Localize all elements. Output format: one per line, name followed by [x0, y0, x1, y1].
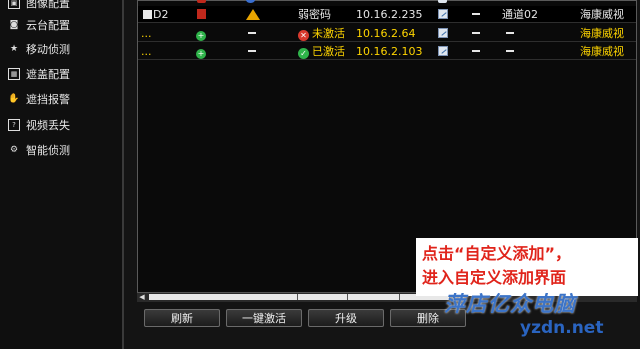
- inactive-icon: ✕: [298, 30, 309, 41]
- table-row[interactable]: D2 弱密码 10.16.2.235 通道02 海康威视: [138, 6, 636, 23]
- sidebar-item-label: 云台配置: [26, 19, 70, 32]
- ptz-icon: ◙: [9, 20, 19, 30]
- row-ip: 10.16.2.235: [356, 8, 423, 21]
- sidebar-item-label: 视频丢失: [26, 119, 70, 132]
- annotation-line: 进入自定义添加界面: [422, 268, 567, 287]
- motion-icon: ★: [9, 44, 19, 54]
- sidebar-item-ptz-config[interactable]: ◙ 云台配置: [8, 14, 70, 36]
- row-brand: 海康威视: [580, 45, 624, 58]
- row-dash: [472, 6, 480, 23]
- row-dash: [472, 43, 480, 60]
- sidebar-item-label: 图像配置: [26, 0, 70, 10]
- row-dash: [248, 25, 256, 42]
- hand-icon: ✋: [8, 94, 20, 104]
- scroll-thumb[interactable]: [149, 294, 449, 300]
- scroll-grip: [399, 294, 400, 300]
- video-loss-icon: ?: [8, 119, 20, 131]
- refresh-button[interactable]: 刷新: [144, 309, 220, 327]
- row-brand: 海康威视: [580, 8, 624, 21]
- image-icon: ▣: [8, 0, 20, 9]
- row-status: ✓ 已激活: [298, 43, 345, 60]
- activate-all-button[interactable]: 一键激活: [226, 309, 302, 327]
- sidebar-item-label: 智能侦测: [26, 144, 70, 157]
- annotation-line: 点击“自定义添加”，: [422, 244, 572, 263]
- table-row[interactable]: ... + ✓ 已激活 10.16.2.103 海康威视: [138, 43, 636, 60]
- table-row[interactable]: ... + ✕ 未激活 10.16.2.64 海康威视: [138, 25, 636, 42]
- watermark-site: yzdn.net: [520, 318, 604, 338]
- row-dash: [248, 43, 256, 60]
- upgrade-button[interactable]: 升级: [308, 309, 384, 327]
- row-status: 弱密码: [298, 8, 331, 21]
- sidebar-item-motion-detect[interactable]: ★ 移动侦测: [8, 38, 70, 60]
- sidebar: ▣ 图像配置 ◙ 云台配置 ★ 移动侦测 ▦ 遮盖配置 ✋ 遮挡报警 ? 视频丢…: [0, 0, 124, 349]
- sidebar-item-video-loss[interactable]: ? 视频丢失: [8, 114, 70, 136]
- row-brand: 海康威视: [580, 27, 624, 40]
- info-icon: [246, 0, 255, 3]
- add-icon[interactable]: +: [196, 43, 206, 60]
- edit-icon[interactable]: [438, 0, 447, 3]
- edit-icon[interactable]: [438, 43, 448, 60]
- scroll-grip: [347, 294, 348, 300]
- row-ip: 10.16.2.64: [356, 27, 416, 40]
- row-ip: 10.16.2.103: [356, 45, 423, 58]
- row-dash: [472, 25, 480, 42]
- row-status: ✕ 未激活: [298, 25, 345, 42]
- sidebar-item-tamper-alarm[interactable]: ✋ 遮挡报警: [8, 88, 70, 110]
- row-channel: ...: [141, 27, 152, 40]
- checkbox[interactable]: [143, 10, 152, 19]
- watermark: 萍店亿众电脑: [444, 291, 576, 316]
- sidebar-item-label: 遮盖配置: [26, 68, 70, 81]
- row-channel-label: 通道02: [502, 8, 538, 21]
- row-dash: [506, 25, 514, 42]
- scroll-grip: [297, 294, 298, 300]
- edit-icon[interactable]: [438, 25, 448, 42]
- delete-icon[interactable]: [197, 6, 206, 23]
- sidebar-item-mask-config[interactable]: ▦ 遮盖配置: [8, 63, 70, 85]
- scroll-left-icon[interactable]: ◀: [137, 293, 147, 302]
- row-dash: [506, 43, 514, 60]
- delete-icon[interactable]: [197, 0, 206, 3]
- row-channel: ...: [141, 45, 152, 58]
- warning-icon: [246, 6, 260, 23]
- sidebar-item-smart-detect[interactable]: ⚙ 智能侦测: [8, 139, 70, 161]
- mask-icon: ▦: [8, 68, 20, 80]
- activated-icon: ✓: [298, 48, 309, 59]
- edit-icon[interactable]: [438, 6, 448, 23]
- smart-detect-icon: ⚙: [9, 145, 19, 155]
- row-channel: D2: [143, 6, 168, 23]
- sidebar-item-image-config[interactable]: ▣ 图像配置: [8, 0, 70, 14]
- add-icon[interactable]: +: [196, 25, 206, 42]
- sidebar-item-label: 遮挡报警: [26, 93, 70, 106]
- sidebar-item-label: 移动侦测: [26, 43, 70, 56]
